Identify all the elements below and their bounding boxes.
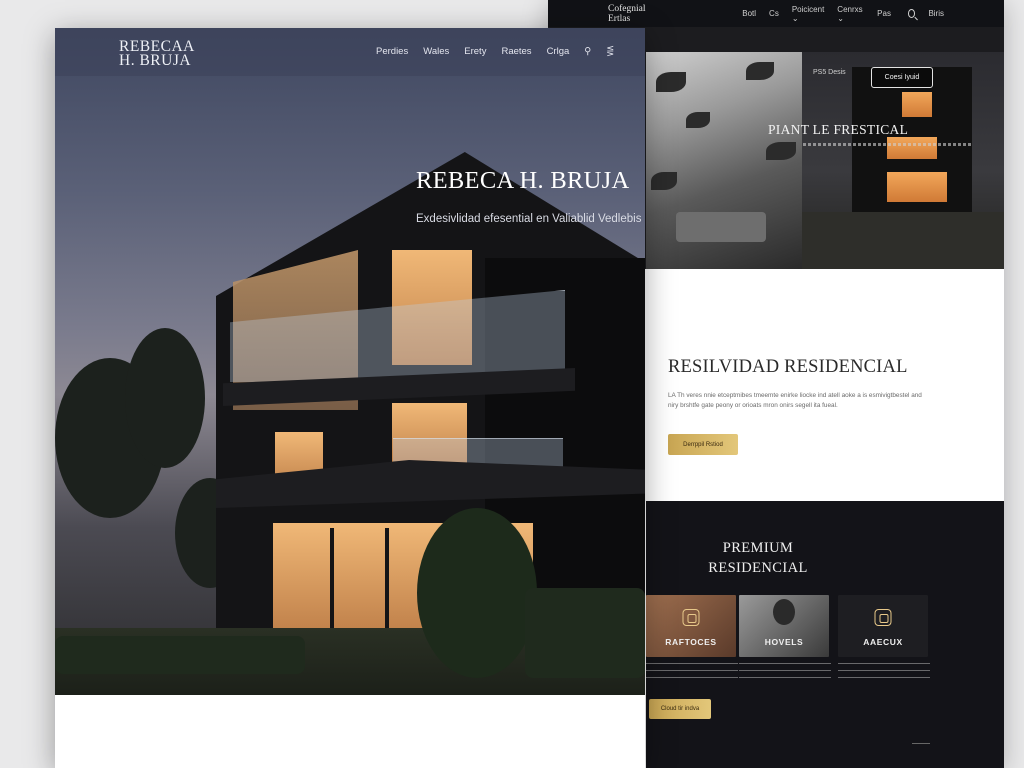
card-label: HOVELS <box>764 637 804 647</box>
leaf-shape <box>686 112 710 128</box>
search-icon[interactable]: ⚲ <box>584 46 591 57</box>
hedge <box>55 636 305 674</box>
card-label: AAECUX <box>863 637 903 647</box>
right-about-section <box>646 269 1004 501</box>
user-icon[interactable]: ⋚ <box>606 46 614 57</box>
leaf-shape <box>766 142 796 160</box>
premium-title: PREMIUM RESIDENCIAL <box>708 540 808 576</box>
premium-button[interactable]: Cloud tir indva <box>649 699 711 719</box>
leaf-shape <box>651 172 677 190</box>
nav-item-5[interactable]: Crlga <box>547 46 570 57</box>
search-icon[interactable] <box>907 9 916 18</box>
right-section-button[interactable]: Derrppil Rstiod <box>668 434 738 455</box>
hedge <box>525 588 645 678</box>
left-website-mockup: REBECA H. BRUJA Exdesivlidad efesential … <box>55 28 645 768</box>
right-nav-menu: Botl Cs Poicicent ⌄ Cenrxs ⌄ Pas Biris <box>742 5 944 23</box>
right-nav-item-4[interactable]: Cenrxs ⌄ <box>837 5 864 23</box>
card-hovels[interactable]: HOVELS <box>739 595 829 657</box>
house-window <box>887 172 947 202</box>
nav-item-1[interactable]: Perdies <box>376 46 408 57</box>
left-top-nav: REBECAA H. BRUJA Perdies Wales Erety Rae… <box>55 28 645 76</box>
portrait-icon <box>773 599 795 625</box>
left-footer-area <box>55 695 645 768</box>
hero-title: REBECA H. BRUJA <box>416 167 630 194</box>
right-section-text: LA Th veres nnie etceptmibes tmeemte eni… <box>668 392 922 409</box>
right-hero-garden-photo <box>646 52 802 269</box>
hero-subtitle: Exdesivlidad efesential en Valiablid Ved… <box>416 213 642 225</box>
house-window <box>887 137 937 159</box>
card-description <box>739 661 831 683</box>
frame-icon <box>682 609 700 626</box>
right-section-title: RESILVIDAD RESIDENCIAL <box>668 357 908 377</box>
right-nav-item-1[interactable]: Botl <box>742 9 756 18</box>
leaf-shape <box>746 62 774 80</box>
right-brand[interactable]: Cofegnial Ertlas <box>608 4 662 24</box>
frame-icon <box>874 609 892 626</box>
garden-seating <box>676 212 766 242</box>
right-nav-item-5[interactable]: Pas <box>877 9 891 18</box>
right-nav-item-2[interactable]: Cs <box>769 9 779 18</box>
house-lawn <box>802 212 1004 269</box>
right-hero-subtitle-line <box>803 143 973 146</box>
left-nav-menu: Perdies Wales Erety Raetes Crlga ⚲ ⋚ <box>376 46 614 57</box>
nav-item-3[interactable]: Erety <box>464 46 486 57</box>
right-nav-item-3[interactable]: Poicicent ⌄ <box>792 5 824 23</box>
card-description <box>838 661 930 683</box>
right-secondary-link[interactable]: PS5 Desis <box>813 69 846 76</box>
card-description <box>646 661 738 683</box>
window-mullion <box>330 528 334 628</box>
leaf-shape <box>656 72 686 92</box>
card-rafroces[interactable]: RAFTOCES <box>646 595 736 657</box>
card-aaecux[interactable]: AAECUX <box>838 595 928 657</box>
left-brand-logo[interactable]: REBECAA H. BRUJA <box>119 39 195 69</box>
window-mullion <box>385 528 389 628</box>
right-top-nav: Cofegnial Ertlas Botl Cs Poicicent ⌄ Cen… <box>548 0 1004 27</box>
right-nav-item-6[interactable]: Biris <box>928 9 944 18</box>
tree-shape <box>125 328 205 468</box>
divider <box>912 743 930 744</box>
nav-item-4[interactable]: Raetes <box>501 46 531 57</box>
contact-button[interactable]: Coesi Iyuid <box>871 67 933 88</box>
nav-item-2[interactable]: Wales <box>423 46 449 57</box>
card-label: RAFTOCES <box>665 637 717 647</box>
house-window <box>902 92 932 117</box>
shrub-tree <box>417 508 537 678</box>
right-hero-title: PIANT LE FRESTICAL <box>768 122 909 137</box>
left-hero: REBECA H. BRUJA Exdesivlidad efesential … <box>55 28 645 695</box>
